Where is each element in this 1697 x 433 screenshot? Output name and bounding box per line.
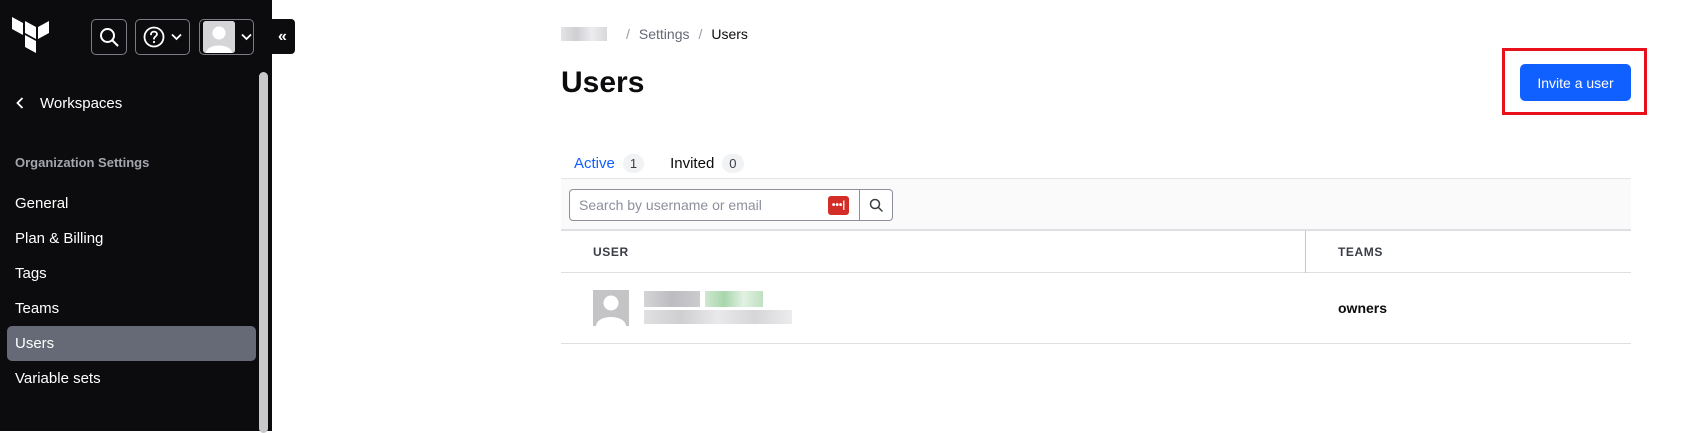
column-header-teams[interactable]: TEAMS	[1338, 231, 1383, 273]
help-icon	[143, 26, 165, 48]
search-button[interactable]	[91, 19, 127, 55]
sidebar-item-teams[interactable]: Teams	[7, 291, 256, 326]
sidebar-header	[0, 0, 270, 68]
back-to-workspaces-link[interactable]: Workspaces	[16, 92, 122, 114]
sidebar-item-plan-billing[interactable]: Plan & Billing	[7, 221, 256, 256]
tab-count-badge: 0	[722, 153, 744, 173]
sidebar-item-label: Users	[15, 335, 55, 352]
tab-active[interactable]: Active 1	[561, 148, 658, 181]
scrollbar-thumb[interactable]	[259, 72, 268, 433]
page-title: Users	[561, 66, 645, 99]
sidebar-item-tags[interactable]: Tags	[7, 256, 256, 291]
sidebar-item-label: General	[15, 195, 69, 212]
user-avatar	[593, 290, 629, 326]
search-placeholder: Search by username or email	[579, 197, 762, 213]
chevron-left-icon	[16, 97, 24, 109]
sidebar-border	[270, 0, 272, 431]
username-redacted	[644, 291, 700, 307]
tab-label: Invited	[670, 154, 715, 172]
user-avatar-icon	[203, 21, 235, 53]
sidebar-item-label: Teams	[15, 300, 60, 317]
team-name[interactable]: owners	[1338, 300, 1387, 316]
terraform-logo[interactable]	[12, 17, 50, 57]
breadcrumb-separator: /	[698, 26, 703, 42]
search-input[interactable]: Search by username or email •••|	[569, 189, 860, 221]
sidebar-scrollbar[interactable]	[257, 70, 270, 433]
search-icon	[100, 28, 119, 47]
user-badge-redacted	[705, 291, 763, 307]
avatar	[203, 21, 235, 53]
sidebar-item-label: Variable sets	[15, 370, 101, 387]
search-icon	[869, 198, 883, 212]
sidebar: Workspaces Organization Settings General…	[0, 0, 270, 433]
search-submit-button[interactable]	[860, 189, 893, 221]
sidebar-item-general[interactable]: General	[7, 186, 256, 221]
breadcrumb-separator: /	[626, 26, 630, 42]
breadcrumb: / Settings / Users	[561, 26, 748, 42]
sidebar-item-label: Plan & Billing	[15, 230, 104, 247]
sidebar-item-users[interactable]: Users	[7, 326, 256, 361]
user-avatar-icon	[593, 290, 629, 326]
chevron-down-icon	[241, 33, 252, 41]
sidebar-item-variable-sets[interactable]: Variable sets	[7, 361, 256, 396]
breadcrumb-org-redacted[interactable]	[561, 27, 607, 41]
breadcrumb-settings-link[interactable]: Settings	[639, 26, 690, 42]
column-header-user[interactable]: USER	[593, 231, 629, 273]
section-heading: Organization Settings	[15, 155, 150, 170]
table-header: USER TEAMS	[561, 231, 1631, 273]
back-link-label: Workspaces	[40, 94, 123, 112]
help-menu-button[interactable]	[135, 19, 190, 55]
email-redacted	[644, 310, 792, 324]
tab-bar: Active 1 Invited 0	[561, 148, 757, 181]
chevron-down-icon	[171, 33, 182, 41]
column-divider	[1305, 231, 1306, 273]
table-toolbar: Search by username or email •••|	[561, 178, 1631, 231]
tab-count-badge: 1	[622, 153, 645, 173]
table-row[interactable]: owners	[561, 274, 1631, 344]
tab-label: Active	[574, 154, 615, 172]
invite-user-button[interactable]: Invite a user	[1520, 64, 1631, 101]
sidebar-item-label: Tags	[15, 265, 47, 282]
tab-invited[interactable]: Invited 0	[657, 148, 756, 178]
breadcrumb-current: Users	[711, 26, 748, 42]
user-menu-button[interactable]	[199, 19, 254, 55]
collapse-sidebar-button[interactable]: «	[270, 19, 295, 54]
password-manager-icon[interactable]: •••|	[828, 196, 849, 215]
